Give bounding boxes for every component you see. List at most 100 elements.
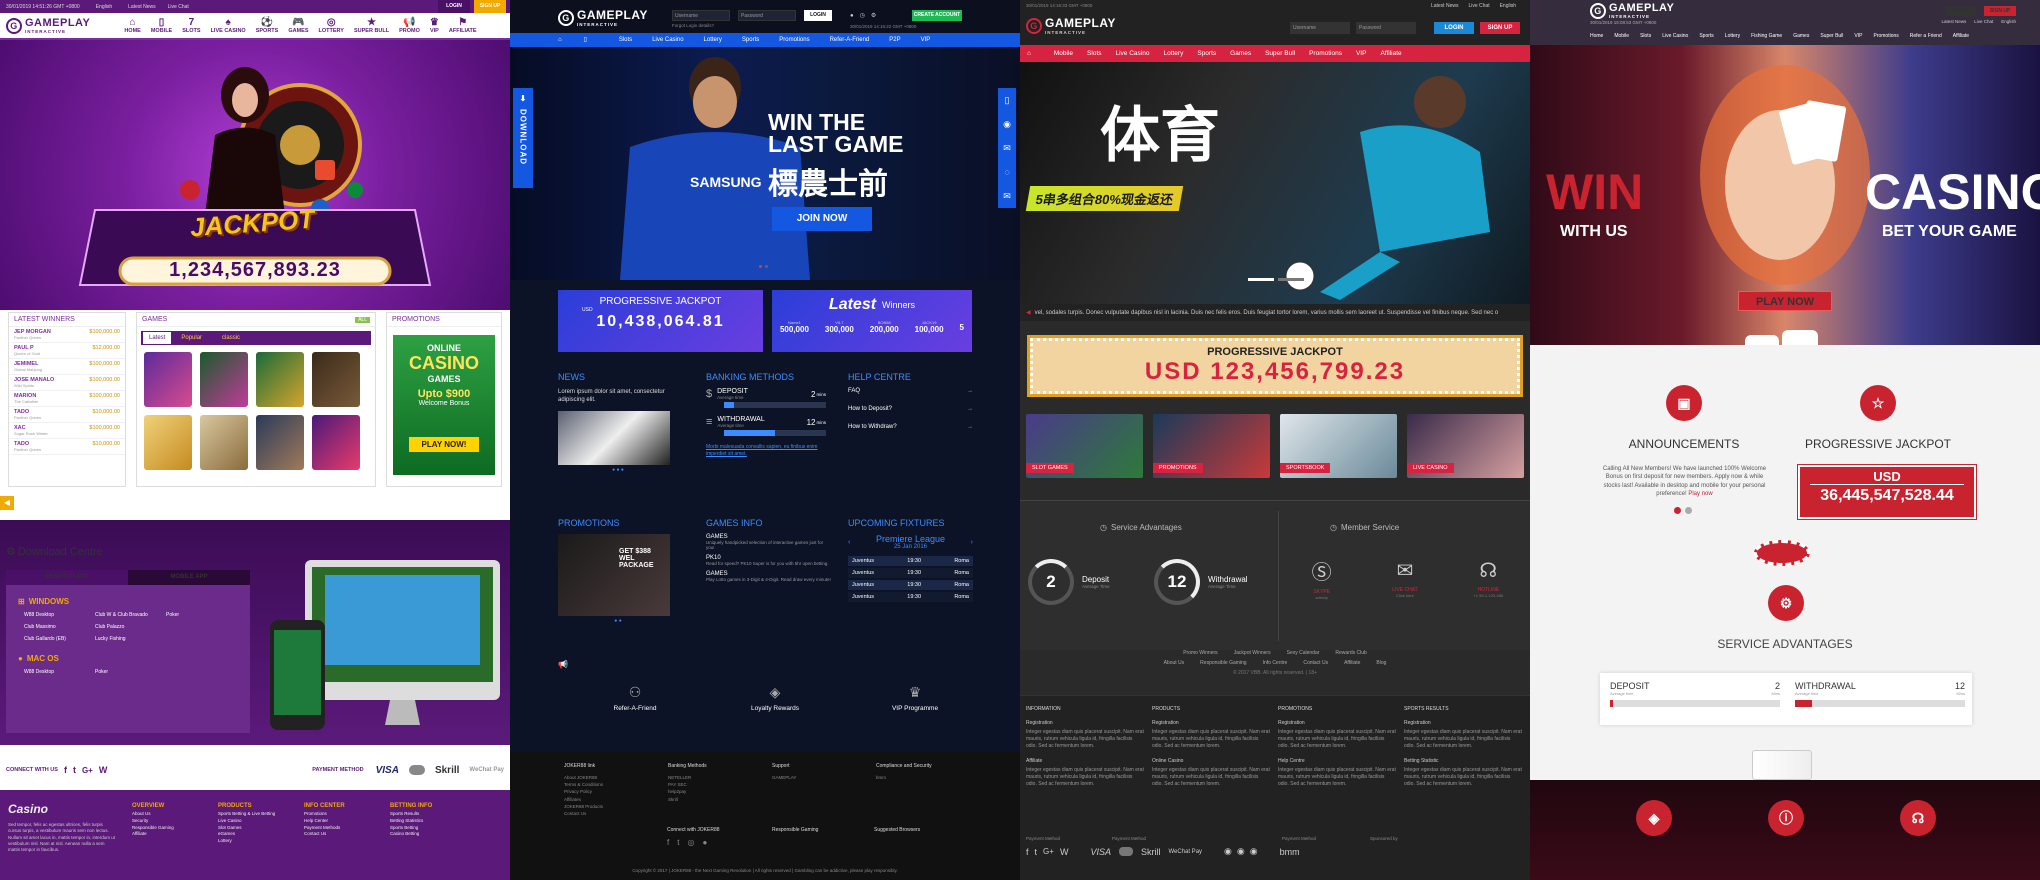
site-logo[interactable]: G GAMEPLAY INTERACTIVE [558,8,648,27]
footer-link[interactable]: Promo Winners [1183,650,1217,656]
nav-affiliate[interactable]: Affiliate [1953,33,1969,39]
carousel-dot[interactable] [1278,278,1304,281]
banking-link[interactable]: Morbi malesuada convallis sapien, eu fin… [706,444,826,458]
facebook-icon[interactable]: f [64,765,67,775]
game-thumbnail[interactable] [200,415,248,470]
layers-icon[interactable]: ◈ [1636,800,1672,836]
member-live-chat[interactable]: ✉ LIVE CHAT Click here [1370,558,1440,598]
nav-promotions[interactable]: Promotions [1873,33,1898,39]
tile-promotions[interactable]: PROMOTIONS [1153,414,1270,478]
download-item[interactable]: W88 Desktop [24,669,90,675]
settings-icon[interactable]: ⚙ [871,12,876,19]
download-item[interactable]: Club Gallardo (EB) [24,636,90,642]
latest-news-link[interactable]: Latest News [128,4,156,10]
nav-slots[interactable]: Slots [1080,45,1108,62]
latest-news-link[interactable]: Latest News [1431,3,1459,9]
nav-mobile[interactable]: Mobile [1614,33,1629,39]
footer-link[interactable]: Jackpot Winners [1234,650,1271,656]
download-item[interactable]: Lucky Fishing [95,636,161,642]
line-icon[interactable]: ◉ [998,112,1016,136]
help-item[interactable]: FAQ → [848,388,973,394]
wordpress-icon[interactable]: W [99,765,108,775]
footer-link[interactable]: Betting Statistics [390,818,476,825]
footer-link[interactable]: eGames [218,831,304,838]
game-thumbnail[interactable] [312,415,360,470]
live-chat-link[interactable]: Live Chat [1468,3,1489,9]
login-button[interactable]: LOGIN [1434,22,1474,34]
chat-icon[interactable]: ✉ [998,136,1016,160]
nav-lottery[interactable]: Lottery [694,33,732,47]
join-now-button[interactable]: JOIN NOW [772,207,872,231]
nav-live-casino[interactable]: Live Casino [1662,33,1688,39]
facebook-icon[interactable]: f [667,838,669,847]
tile-live-casino[interactable]: LIVE CASINO [1407,414,1524,478]
footer-link[interactable]: Privacy Policy [564,788,668,795]
live-chat-link[interactable]: Live Chat [168,4,189,10]
footer-link[interactable]: NETELLER [668,774,772,781]
help-item[interactable]: How to Deposit? → [848,406,973,412]
nav-sports[interactable]: Sports [1699,33,1713,39]
carousel-dot[interactable] [1685,507,1692,514]
footer-link[interactable]: About JOKER88 [564,774,668,781]
nav-refer-a-friend[interactable]: Refer a Friend [1910,33,1942,39]
download-item[interactable]: Club W & Club Bravado [95,612,161,618]
footer-link[interactable]: About Us [132,811,218,818]
promo-card[interactable]: ONLINE CASINO GAMES Upto $900 Welcome Bo… [393,335,495,475]
download-item[interactable]: W88 Desktop [24,612,90,618]
footer-link[interactable]: Affiliate [1344,660,1360,666]
twitter-icon[interactable]: t [1035,847,1038,857]
feature-loyalty-rewards[interactable]: ◈ Loyalty Rewards [720,684,830,712]
footer-link[interactable]: Live Casino [218,818,304,825]
instagram-icon[interactable]: ◎ [687,838,694,847]
footer-link[interactable]: Terms & Conditions [564,781,668,788]
all-games-badge[interactable]: ALL [355,316,370,323]
prev-arrow-icon[interactable]: ◀ [0,496,14,510]
game-thumbnail[interactable] [256,352,304,407]
tab-popular[interactable]: Popular [171,335,212,341]
news-image[interactable] [558,410,670,465]
member-hotline[interactable]: ☊ HOTLINE +1 55-1-123-456 [1453,558,1523,598]
tile-sportsbook[interactable]: SPORTSBOOK [1280,414,1397,478]
nav-fishing-game[interactable]: Fishing Game [1751,33,1782,39]
footer-link[interactable]: Security [132,818,218,825]
live-chat-link[interactable]: Live Chat [1974,19,1993,24]
carousel-dot[interactable] [765,265,768,268]
nav-super-bull[interactable]: ★ SUPER BULL [354,17,389,34]
signup-button[interactable]: SIGN UP [1480,22,1520,34]
mobile-icon[interactable]: ▯ [998,88,1016,112]
footer-link[interactable]: bmm [876,774,980,781]
home-icon[interactable]: ⌂ [510,33,572,47]
carousel-dot[interactable] [759,265,762,268]
footer-link[interactable]: Sports Betting [390,825,476,832]
footer-link[interactable]: Casino Betting [390,831,476,838]
facebook-icon[interactable]: f [1026,847,1029,857]
wechat-icon[interactable]: ● [702,838,707,847]
site-logo[interactable]: G GAMEPLAY INTERACTIVE [1026,16,1116,35]
carousel-dot[interactable] [1248,278,1274,281]
footer-link[interactable]: Rewards Club [1335,650,1366,656]
googleplus-icon[interactable]: G+ [82,766,93,775]
help-item[interactable]: How to Withdraw? → [848,424,973,430]
language-select[interactable]: English [1500,3,1516,9]
nav-super-bull[interactable]: Super Bull [1820,33,1843,39]
download-item[interactable]: Poker [166,612,232,618]
play-now-link[interactable]: Play now [1688,491,1712,497]
download-item[interactable]: Club Palazzo [95,624,161,630]
site-logo[interactable]: G GAMEPLAY INTERACTIVE [6,17,90,34]
game-thumbnail[interactable] [312,352,360,407]
footer-link[interactable]: Sports Betting & Live Betting [218,811,304,818]
footer-link[interactable]: Sports Results [390,811,476,818]
download-side-tab[interactable]: ⬇ DOWNLOAD [513,88,533,188]
nav-mobile[interactable]: Mobile [1047,45,1080,62]
info-icon[interactable]: ⓘ [1768,800,1804,836]
footer-link[interactable]: Promotions [304,811,390,818]
tab-mobile-app[interactable]: MOBILE APP [128,570,250,585]
next-arrow-icon[interactable]: › [971,539,973,546]
googleplus-icon[interactable]: G+ [1043,847,1054,856]
footer-link[interactable]: GAMEPLAY [772,774,876,781]
mobile-icon[interactable]: ▯ [574,33,597,47]
footer-link[interactable]: PAY SEC [668,781,772,788]
tab-latest[interactable]: Latest [143,332,172,344]
nav-sports[interactable]: Sports [732,33,769,47]
tab-desktop-app[interactable]: DESKTOP APP [6,570,128,585]
